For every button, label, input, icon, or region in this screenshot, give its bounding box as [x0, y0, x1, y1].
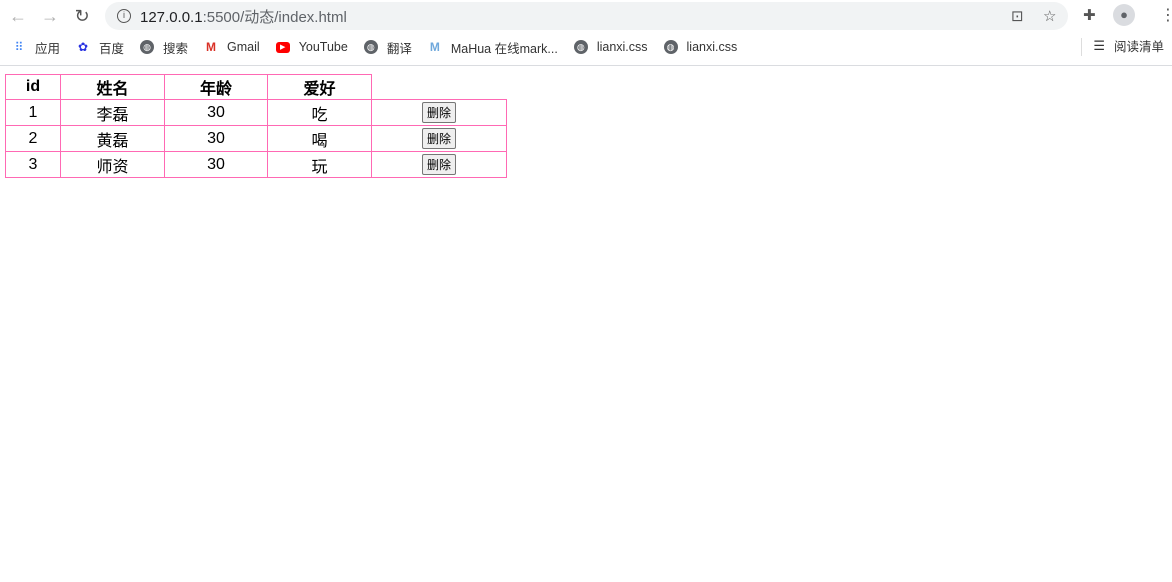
bookmark-mahua[interactable]: M MaHua 在线mark...: [428, 38, 558, 57]
cell-action: 删除: [371, 99, 507, 126]
reload-button[interactable]: ↻: [66, 6, 98, 27]
cell-name: 黄磊: [60, 125, 165, 152]
star-icon[interactable]: ☆: [1043, 7, 1056, 25]
bookmark-search[interactable]: ◍ 搜索: [140, 38, 188, 57]
cell-age: 30: [164, 125, 268, 152]
bookmarks-separator: [1081, 38, 1082, 56]
globe-icon: ◍: [363, 40, 378, 54]
url-text: 127.0.0.1:5500/动态/index.html: [140, 8, 347, 26]
cell-hobby: 吃: [267, 99, 372, 126]
cell-name: 李磊: [60, 99, 165, 126]
delete-button[interactable]: 删除: [421, 128, 456, 149]
baidu-paw-icon: ✿: [77, 40, 89, 54]
cell-action: 删除: [371, 125, 507, 152]
bookmark-translate[interactable]: ◍ 翻译: [363, 38, 412, 57]
bookmark-youtube[interactable]: ▶ YouTube: [275, 40, 348, 54]
gmail-icon: M: [206, 40, 217, 54]
cell-id: 1: [5, 99, 61, 126]
header-id: id: [5, 74, 61, 100]
bookmark-lianxi-2[interactable]: ◍ lianxi.css: [663, 40, 737, 54]
youtube-icon: ▶: [275, 41, 290, 53]
header-hobby: 爱好: [267, 74, 372, 100]
mahua-icon: M: [429, 40, 440, 54]
table-row: 3 师资 30 玩 删除: [5, 151, 507, 178]
cell-action: 删除: [371, 151, 507, 178]
header-name: 姓名: [60, 74, 165, 100]
cell-age: 30: [164, 99, 268, 126]
toolbar-divider: [0, 65, 1172, 66]
back-button[interactable]: ←: [2, 6, 34, 27]
reading-list-button[interactable]: ☰ 阅读清单: [1093, 36, 1164, 55]
delete-button[interactable]: 删除: [421, 154, 456, 175]
table-row: 1 李磊 30 吃 删除: [5, 99, 507, 126]
globe-icon: ◍: [663, 40, 678, 54]
delete-button[interactable]: 删除: [421, 102, 456, 123]
cell-hobby: 喝: [267, 125, 372, 152]
profile-avatar[interactable]: ●: [1113, 4, 1135, 26]
cell-name: 师资: [60, 151, 165, 178]
bookmark-apps[interactable]: ⠿ 应用: [12, 38, 60, 57]
cell-id: 2: [5, 125, 61, 152]
reading-list-icon: ☰: [1093, 37, 1105, 53]
bookmarks-bar: ⠿ 应用 ✿ 百度 ◍ 搜索 M Gmail ▶ YouTube ◍ 翻译 M MaHua 在…: [0, 36, 1172, 58]
globe-icon: ◍: [573, 40, 588, 54]
bookmark-gmail[interactable]: M Gmail: [204, 40, 260, 54]
translate-icon[interactable]: ⊡: [1011, 7, 1024, 25]
bookmark-baidu[interactable]: ✿ 百度: [76, 38, 124, 57]
extensions-icon[interactable]: ✚: [1083, 6, 1096, 24]
header-empty: [371, 74, 507, 100]
bookmark-lianxi-1[interactable]: ◍ lianxi.css: [573, 40, 648, 54]
table-row: 2 黄磊 30 喝 删除: [5, 125, 507, 152]
header-age: 年龄: [164, 74, 268, 100]
cell-hobby: 玩: [267, 151, 372, 178]
table-header-row: id 姓名 年龄 爱好: [5, 74, 507, 100]
cell-id: 3: [5, 151, 61, 178]
data-table: id 姓名 年龄 爱好 1 李磊 30 吃 删除 2 黄磊 30 喝 删除 3 …: [5, 74, 507, 178]
info-icon[interactable]: i: [117, 9, 131, 23]
globe-icon: ◍: [140, 40, 155, 54]
forward-button[interactable]: →: [34, 6, 66, 27]
cell-age: 30: [164, 151, 268, 178]
menu-icon[interactable]: ⋮: [1160, 5, 1172, 25]
apps-grid-icon: ⠿: [14, 40, 24, 54]
address-bar[interactable]: i 127.0.0.1:5500/动态/index.html ⊡ ☆: [105, 2, 1068, 30]
